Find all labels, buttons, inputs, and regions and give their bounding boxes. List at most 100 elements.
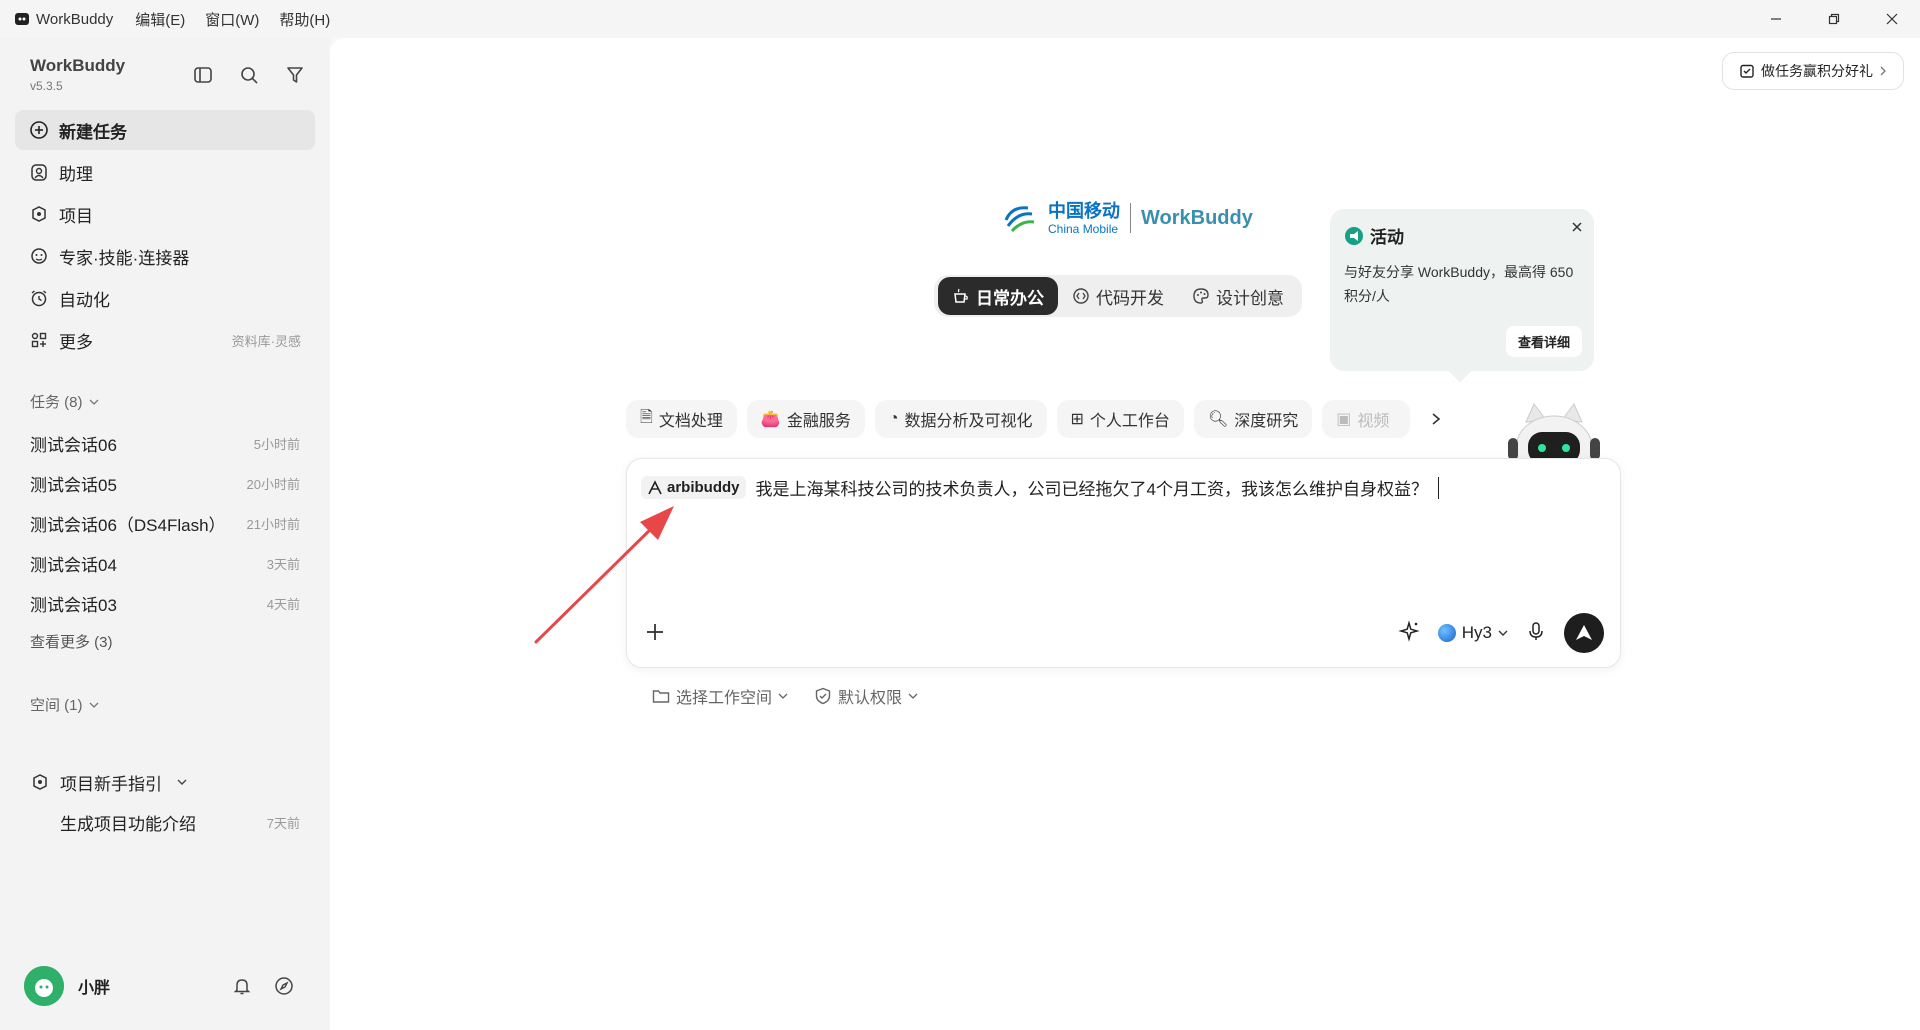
- model-selector[interactable]: Hy3: [1437, 623, 1508, 643]
- coffee-icon: [954, 288, 968, 303]
- activity-popover: 活动 与好友分享 WorkBuddy，最高得 650 积分/人 查看详细: [1330, 209, 1594, 383]
- grid-icon: [29, 330, 49, 350]
- tab-daily-office[interactable]: 日常办公: [938, 277, 1058, 315]
- skill-label: 个人工作台: [1089, 413, 1170, 430]
- user-profile[interactable]: 小胖: [24, 966, 110, 1006]
- skill-doc[interactable]: 🗎 文档处理: [626, 400, 737, 438]
- spaces-section-header[interactable]: 空间 (1): [30, 694, 99, 715]
- spaces-header-label: 空间 (1): [30, 697, 83, 714]
- check-calendar-icon: [1740, 64, 1754, 78]
- skill-label: 数据分析及可视化: [904, 413, 1033, 430]
- tasks-section-header[interactable]: 任务 (8): [30, 391, 99, 412]
- nav-automation[interactable]: 自动化: [15, 278, 315, 318]
- app-title: WorkBuddy: [0, 11, 113, 28]
- skill-workbench[interactable]: ⊞ 个人工作台: [1056, 400, 1184, 438]
- task-item[interactable]: 测试会话04 3天前: [30, 543, 300, 583]
- task-item[interactable]: 测试会话05 20小时前: [30, 463, 300, 503]
- project-name: 项目新手指引: [60, 774, 162, 794]
- minimize-button[interactable]: [1748, 0, 1804, 38]
- logo-divider: [1130, 203, 1131, 233]
- close-window-button[interactable]: [1864, 0, 1920, 38]
- mode-tabs: 日常办公 代码开发 设计创意: [934, 275, 1302, 317]
- voice-input-button[interactable]: [1526, 621, 1546, 646]
- task-list: 测试会话06 5小时前 测试会话05 20小时前 测试会话06（DS4Flash…: [30, 423, 300, 659]
- enhance-prompt-button[interactable]: [1398, 619, 1420, 647]
- skill-video[interactable]: ▣ 视频: [1322, 400, 1411, 438]
- alarm-icon: [29, 288, 49, 308]
- close-icon: [1886, 13, 1898, 25]
- menu-window[interactable]: 窗口(W): [205, 9, 259, 30]
- grid-icon: ⊞: [1070, 411, 1084, 428]
- see-more-link[interactable]: 查看更多 (3): [30, 623, 300, 659]
- tab-code-dev[interactable]: 代码开发: [1058, 277, 1178, 315]
- composer-tools: Hy3: [1398, 613, 1604, 653]
- agent-chip-label: arbibuddy: [667, 479, 740, 496]
- title-bar: WorkBuddy 编辑(E) 窗口(W) 帮助(H): [0, 0, 1920, 38]
- skills-next-button[interactable]: [1424, 407, 1448, 431]
- nav-label: 助理: [59, 164, 93, 184]
- task-time: 21小时前: [246, 516, 300, 532]
- promo-label: 做任务赢积分好礼: [1761, 63, 1873, 79]
- sidebar-tools: [192, 64, 306, 86]
- brand-logo: 中国移动 China Mobile WorkBuddy: [1002, 200, 1253, 236]
- send-button[interactable]: [1564, 613, 1604, 653]
- cm-name-en: China Mobile: [1048, 221, 1119, 236]
- permission-selector[interactable]: 默认权限: [814, 684, 918, 708]
- task-name: 测试会话06: [30, 435, 117, 455]
- prompt-composer[interactable]: arbibuddy 我是上海某科技公司的技术负责人，公司已经拖欠了4个月工资，我…: [626, 458, 1621, 668]
- skill-data-analysis[interactable]: ◔ 数据分析及可视化: [874, 400, 1047, 438]
- bell-icon: [233, 979, 251, 995]
- tab-label: 日常办公: [976, 288, 1044, 308]
- project-icon: [30, 772, 50, 792]
- restore-button[interactable]: [1806, 0, 1862, 38]
- filter-icon: [287, 67, 303, 83]
- agent-icon: [648, 479, 662, 494]
- search-button[interactable]: [238, 64, 260, 86]
- skill-label: 金融服务: [786, 413, 851, 430]
- nav-experts[interactable]: 专家·技能·连接器: [15, 236, 315, 276]
- project-child-item[interactable]: 生成项目功能介绍 7天前: [30, 802, 300, 842]
- task-item[interactable]: 测试会话03 4天前: [30, 583, 300, 623]
- app-version: v5.3.5: [30, 79, 63, 93]
- task-item[interactable]: 测试会话06 5小时前: [30, 423, 300, 463]
- task-item[interactable]: 测试会话06（DS4Flash） 21小时前: [30, 503, 300, 543]
- task-time: 3天前: [266, 556, 300, 572]
- project-child-time: 7天前: [266, 815, 300, 831]
- brand-name: WorkBuddy: [30, 56, 126, 75]
- avatar: [24, 966, 64, 1006]
- nav-label: 项目: [59, 206, 93, 226]
- nav-assistant[interactable]: 助理: [15, 152, 315, 192]
- toggle-sidebar-button[interactable]: [192, 64, 214, 86]
- menu-help[interactable]: 帮助(H): [279, 9, 330, 30]
- agent-chip[interactable]: arbibuddy: [641, 476, 746, 499]
- notifications-button[interactable]: [232, 976, 252, 1001]
- nav-project[interactable]: 项目: [15, 194, 315, 234]
- popover-close-button[interactable]: [1572, 219, 1582, 235]
- search-icon: [241, 67, 258, 84]
- annotation-arrow: [534, 506, 674, 644]
- task-name: 测试会话06（DS4Flash）: [30, 515, 226, 535]
- popover-detail-button[interactable]: 查看详细: [1505, 326, 1582, 357]
- skill-label: 深度研究: [1234, 413, 1299, 430]
- chevron-right-icon: [1432, 413, 1441, 425]
- nav-new-task[interactable]: 新建任务: [15, 110, 315, 150]
- nav-more-hint: 资料库·灵感: [231, 333, 301, 349]
- tab-design[interactable]: 设计创意: [1178, 277, 1298, 315]
- task-name: 测试会话03: [30, 595, 117, 615]
- explore-button[interactable]: [274, 976, 294, 1001]
- skill-finance[interactable]: 👛 金融服务: [746, 400, 865, 438]
- filter-button[interactable]: [284, 64, 306, 86]
- chevron-down-icon: [1498, 630, 1508, 636]
- prompt-text[interactable]: 我是上海某科技公司的技术负责人，公司已经拖欠了4个月工资，我该怎么维护自身权益？: [756, 475, 1428, 500]
- project-child-name: 生成项目功能介绍: [60, 814, 196, 834]
- skill-deep-research[interactable]: 🔍︎ 深度研究: [1193, 400, 1313, 438]
- app-logo-icon: [15, 13, 29, 25]
- folder-icon: [652, 690, 670, 703]
- menu-edit[interactable]: 编辑(E): [135, 9, 185, 30]
- chevron-down-icon: [177, 779, 187, 785]
- project-item[interactable]: 项目新手指引: [30, 762, 300, 802]
- workspace-selector[interactable]: 选择工作空间: [652, 684, 788, 708]
- promo-button[interactable]: 做任务赢积分好礼: [1722, 52, 1904, 90]
- document-icon: 🗎: [640, 408, 653, 426]
- nav-more[interactable]: 更多 资料库·灵感: [15, 320, 315, 360]
